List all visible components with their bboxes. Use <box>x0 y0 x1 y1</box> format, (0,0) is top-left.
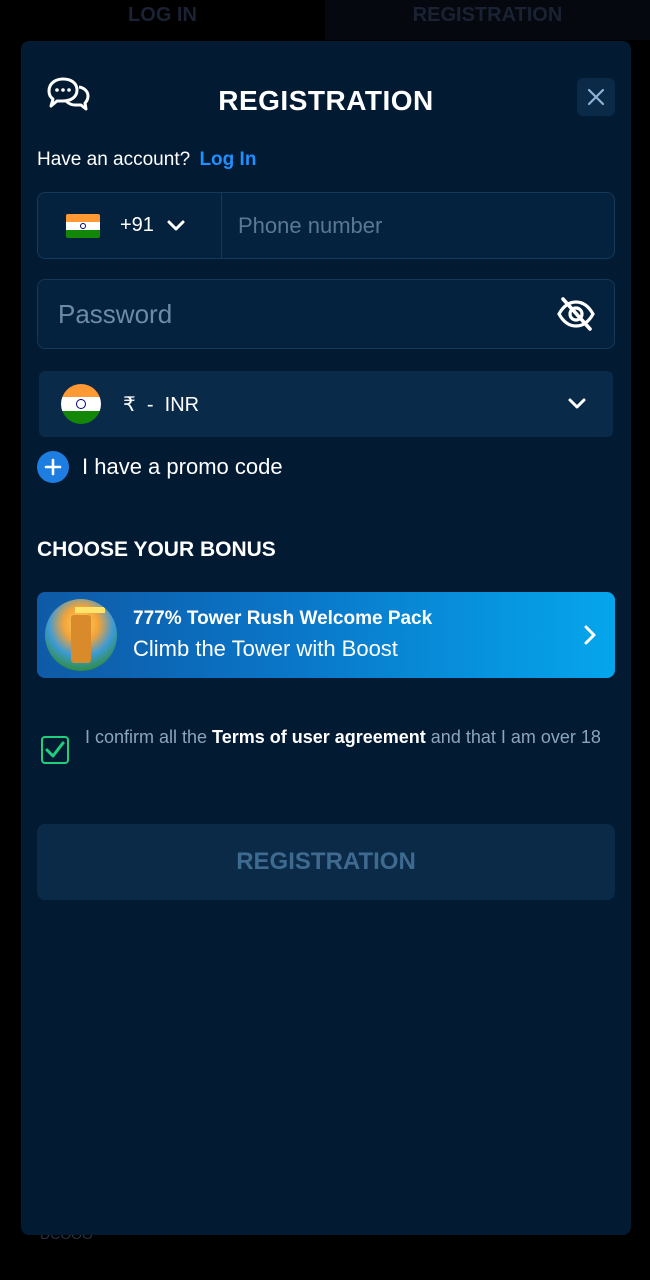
currency-symbol: ₹ <box>123 393 136 416</box>
phone-field: +91 <box>37 192 615 259</box>
terms-checkbox[interactable] <box>41 736 69 764</box>
eye-slash-icon[interactable] <box>556 294 596 334</box>
currency-separator: - <box>146 393 154 416</box>
india-flag-icon <box>66 213 100 238</box>
bonus-subtitle: Climb the Tower with Boost <box>133 636 398 661</box>
modal-title: REGISTRATION <box>218 85 434 116</box>
currency-select[interactable]: ₹ - INR <box>39 371 613 437</box>
login-link[interactable]: Log In <box>199 149 256 170</box>
country-code: +91 <box>120 214 154 236</box>
plus-icon <box>37 451 69 483</box>
currency-code: INR <box>164 393 200 416</box>
close-button[interactable] <box>577 78 615 116</box>
chevron-down-icon <box>167 220 185 230</box>
terms-text: I confirm all the Terms of user agreemen… <box>85 724 601 764</box>
choose-bonus-heading: CHOOSE YOUR BONUS <box>37 538 276 561</box>
tab-registration[interactable]: REGISTRATION <box>325 0 650 40</box>
password-field <box>37 279 615 349</box>
terms-prefix: I confirm all the <box>85 727 213 747</box>
registration-modal: REGISTRATION Have an account? Log In +91 <box>21 41 631 1235</box>
chevron-right-icon <box>584 625 596 645</box>
terms-link[interactable]: Terms of user agreement <box>212 727 426 747</box>
have-account-line: Have an account? Log In <box>37 149 256 171</box>
country-code-select[interactable]: +91 <box>38 193 222 258</box>
promo-code-toggle[interactable]: I have a promo code <box>37 451 283 483</box>
close-icon <box>587 88 605 106</box>
registration-submit-button[interactable]: REGISTRATION <box>37 824 615 900</box>
have-account-text: Have an account? <box>37 149 191 170</box>
india-flag-icon <box>61 384 101 424</box>
bonus-text: 777% Tower Rush Welcome Pack Climb the T… <box>133 608 583 662</box>
bonus-title: 777% Tower Rush Welcome Pack <box>133 608 433 629</box>
currency-value: ₹ - INR <box>123 392 567 417</box>
phone-number-input[interactable] <box>222 193 614 258</box>
bonus-image <box>45 599 117 671</box>
password-input[interactable] <box>38 298 556 330</box>
checkmark-icon <box>45 741 65 758</box>
tab-login[interactable]: LOG IN <box>0 0 325 40</box>
chevron-down-icon <box>568 398 586 409</box>
background-tabs: LOG IN REGISTRATION <box>0 0 650 40</box>
terms-agreement: I confirm all the Terms of user agreemen… <box>41 724 611 764</box>
promo-code-label: I have a promo code <box>82 454 283 479</box>
bonus-card[interactable]: 777% Tower Rush Welcome Pack Climb the T… <box>37 592 615 678</box>
terms-suffix: and that I am over 18 <box>425 727 601 747</box>
